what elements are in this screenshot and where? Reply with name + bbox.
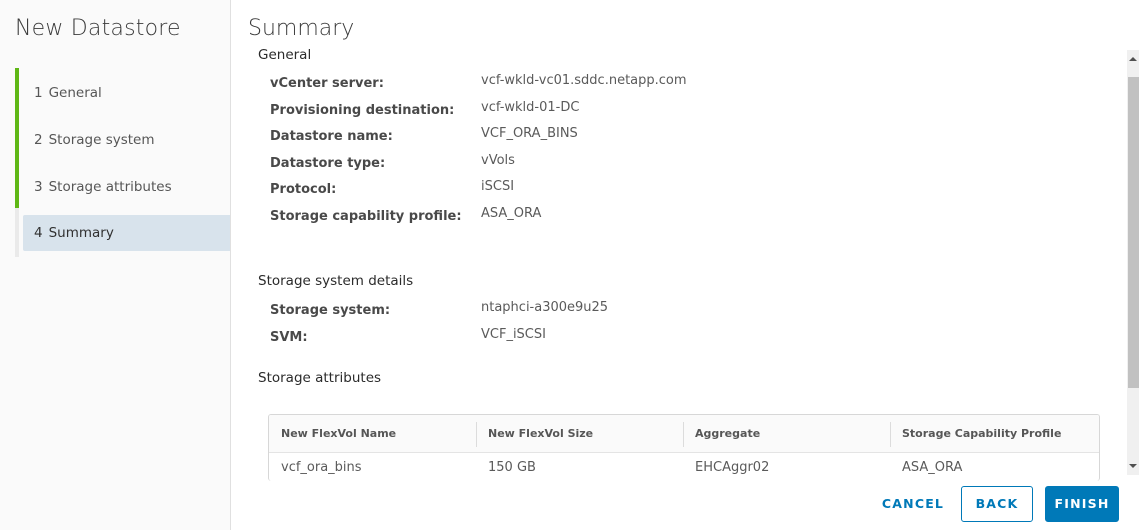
storage-capability-profile-cell: ASA_ORA xyxy=(902,460,963,475)
protocol-label: Protocol: xyxy=(270,182,337,197)
storage-system-label: Storage system: xyxy=(270,303,391,318)
column-header-flexvol-name[interactable]: New FlexVol Name xyxy=(269,415,476,452)
vertical-scrollbar[interactable] xyxy=(1127,50,1139,475)
storage-capability-profile-value: ASA_ORA xyxy=(481,206,542,221)
vcenter-server-value: vcf-wkld-vc01.sddc.netapp.com xyxy=(481,73,687,88)
cancel-button[interactable]: CANCEL xyxy=(876,486,950,522)
provisioning-destination-label: Provisioning destination: xyxy=(270,103,455,118)
svm-value: VCF_iSCSI xyxy=(481,327,546,342)
storage-system-details-heading: Storage system details xyxy=(258,273,414,289)
wizard-step-general[interactable]: 1 General xyxy=(23,75,230,111)
datastore-name-label: Datastore name: xyxy=(270,129,393,144)
provisioning-destination-value: vcf-wkld-01-DC xyxy=(481,100,580,115)
storage-system-value: ntaphci-a300e9u25 xyxy=(481,300,609,315)
wizard-title: New Datastore xyxy=(15,16,181,41)
storage-capability-profile-label: Storage capability profile: xyxy=(270,209,462,224)
datastore-type-value: vVols xyxy=(481,153,515,168)
scroll-down-arrow-icon[interactable] xyxy=(1129,464,1137,468)
storage-attributes-table: New FlexVol Name New FlexVol Size Aggreg… xyxy=(268,414,1100,481)
wizard-step-storage-system[interactable]: 2 Storage system xyxy=(23,122,230,158)
column-header-flexvol-size[interactable]: New FlexVol Size xyxy=(476,415,683,452)
protocol-value: iSCSI xyxy=(481,179,515,194)
svm-label: SVM: xyxy=(270,330,308,345)
pending-steps-indicator xyxy=(15,208,19,257)
step-label: Storage attributes xyxy=(48,179,172,195)
page-title: Summary xyxy=(248,16,355,41)
summary-panel: Summary General vCenter server: vcf-wkld… xyxy=(231,0,1139,530)
scroll-thumb[interactable] xyxy=(1128,77,1139,388)
completed-steps-indicator xyxy=(15,68,19,208)
back-button[interactable]: BACK xyxy=(961,486,1033,522)
vcenter-server-label: vCenter server: xyxy=(270,76,384,91)
storage-attributes-heading: Storage attributes xyxy=(258,370,382,386)
datastore-type-label: Datastore type: xyxy=(270,156,386,171)
wizard-step-summary[interactable]: 4 Summary xyxy=(23,215,230,251)
wizard-sidebar: New Datastore 1 General 2 Storage system 3… xyxy=(0,0,231,530)
flexvol-name-cell: vcf_ora_bins xyxy=(281,460,362,475)
step-number: 2 xyxy=(34,132,43,148)
step-label: Storage system xyxy=(48,132,155,148)
column-header-storage-capability-profile[interactable]: Storage Capability Profile xyxy=(890,415,1099,452)
column-header-aggregate[interactable]: Aggregate xyxy=(683,415,890,452)
step-number: 1 xyxy=(34,85,43,101)
finish-button[interactable]: FINISH xyxy=(1045,486,1119,522)
table-header: New FlexVol Name New FlexVol Size Aggreg… xyxy=(269,415,1099,453)
aggregate-cell: EHCAggr02 xyxy=(695,460,770,475)
step-label: General xyxy=(48,85,102,101)
scroll-up-arrow-icon[interactable] xyxy=(1129,57,1137,61)
step-label: Summary xyxy=(48,225,114,241)
flexvol-size-cell: 150 GB xyxy=(488,460,536,475)
general-section-heading: General xyxy=(258,47,312,63)
step-number: 4 xyxy=(34,225,43,241)
step-number: 3 xyxy=(34,179,43,195)
datastore-name-value: VCF_ORA_BINS xyxy=(481,126,578,141)
wizard-step-storage-attributes[interactable]: 3 Storage attributes xyxy=(23,169,230,205)
